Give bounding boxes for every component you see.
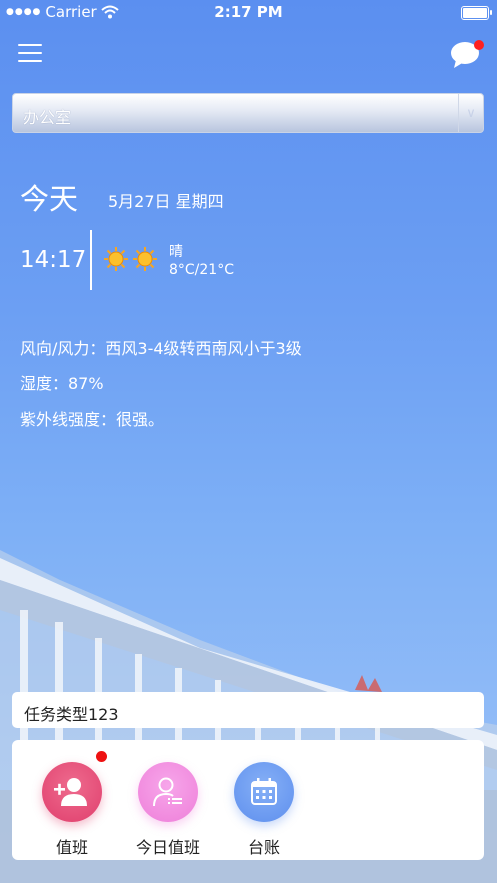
sun-icon — [133, 247, 157, 271]
user-list-icon — [138, 762, 198, 822]
weather-condition: 晴 — [169, 244, 183, 260]
weather-home-screen: ●●●● Carrier 2:17 PM 办公室 ∨ 今天 5月27日 星期四 … — [0, 0, 497, 883]
location-select-value: 办公室 — [23, 108, 72, 127]
ledger-button[interactable]: 台账 — [224, 762, 304, 858]
today-label: 今天 — [20, 182, 79, 216]
chevron-down-icon[interactable]: ∨ — [458, 94, 483, 132]
uv-info: 紫外线强度：很强。 — [20, 410, 165, 429]
duty-badge — [96, 751, 107, 762]
status-bar: ●●●● Carrier 2:17 PM — [0, 0, 497, 26]
duty-button[interactable]: 值班 — [32, 762, 112, 858]
location-select[interactable]: 办公室 ∨ — [12, 93, 484, 133]
wind-info: 风向/风力：西风3-4级转西南风小于3级 — [20, 339, 302, 358]
battery-icon — [461, 6, 492, 20]
humidity-info: 湿度：87% — [20, 374, 104, 393]
current-time: 14:17 — [20, 247, 87, 273]
status-time: 2:17 PM — [214, 3, 283, 21]
task-type-field[interactable]: 任务类型123 — [12, 692, 484, 728]
message-badge — [474, 40, 484, 50]
add-user-icon — [42, 762, 102, 822]
ledger-label: 台账 — [247, 838, 280, 857]
sun-icon — [104, 247, 128, 271]
date-label: 5月27日 星期四 — [108, 192, 224, 211]
divider — [90, 230, 92, 290]
calendar-icon — [234, 762, 294, 822]
today-duty-button[interactable]: 今日值班 — [128, 762, 208, 858]
app-panel: 值班 今日值班 台账 — [12, 740, 484, 860]
duty-label: 值班 — [55, 838, 88, 857]
weather-temperature: 8°C/21°C — [169, 262, 234, 278]
today-duty-label: 今日值班 — [135, 838, 200, 857]
menu-button[interactable] — [18, 44, 42, 62]
